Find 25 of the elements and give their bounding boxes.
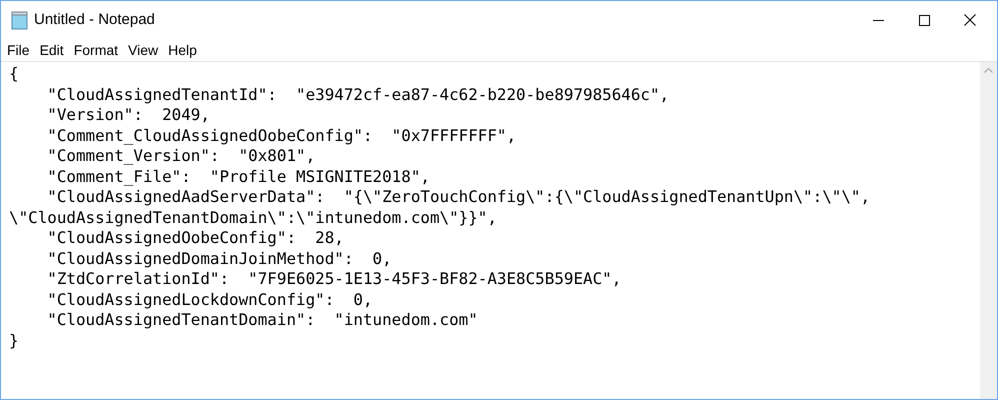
text-line: "CloudAssignedDomainJoinMethod": 0, [46, 248, 392, 269]
text-line: "Comment_CloudAssignedOobeConfig": "0x7FFFFFFF", [46, 126, 516, 146]
text-line: "CloudAssignedLockdownConfig": 0, [46, 290, 373, 310]
text-line: } [9, 330, 19, 351]
text-line: "CloudAssignedTenantDomain": "intunedom.com" [46, 310, 478, 330]
text-line: \"CloudAssignedTenantDomain\":\"intunedom.com\"}}", [9, 208, 497, 228]
scrollbar[interactable] [980, 62, 997, 399]
text-line: "CloudAssignedOobeConfig": 28, [46, 228, 344, 248]
scroll-up-icon[interactable] [984, 68, 993, 73]
menu-item[interactable]: Format [68, 40, 124, 60]
maximize-icon [918, 14, 930, 26]
text-line: "Comment_File": "Profile MSIGNITE2018", [46, 166, 430, 187]
text-line: "ZtdCorrelationId": "7F9E6025-1E13-45F3-BF82-A3E8C5B59EAC", [46, 269, 622, 290]
text-line: "CloudAssignedAadServerData": "{\"ZeroTouchConfig\":{\"CloudAssignedTenantUpn\":\"\", [46, 187, 870, 208]
menu-item[interactable]: Help [163, 40, 202, 60]
text-line: "Comment_Version": "0x801", [46, 146, 316, 166]
menu-item[interactable]: File [2, 40, 35, 60]
window-title: Untitled - Notepad [34, 10, 155, 30]
text-line: "CloudAssignedTenantId": "e39472cf-ea87-4c62-b220-be897985646c", [46, 84, 670, 105]
close-icon [964, 14, 976, 26]
text-line: { [9, 64, 19, 84]
menu-item[interactable]: Edit [34, 40, 69, 60]
text-line: "Version": 2049, [46, 105, 210, 126]
notepad-icon [10, 10, 29, 30]
menu-item[interactable]: View [123, 40, 164, 60]
